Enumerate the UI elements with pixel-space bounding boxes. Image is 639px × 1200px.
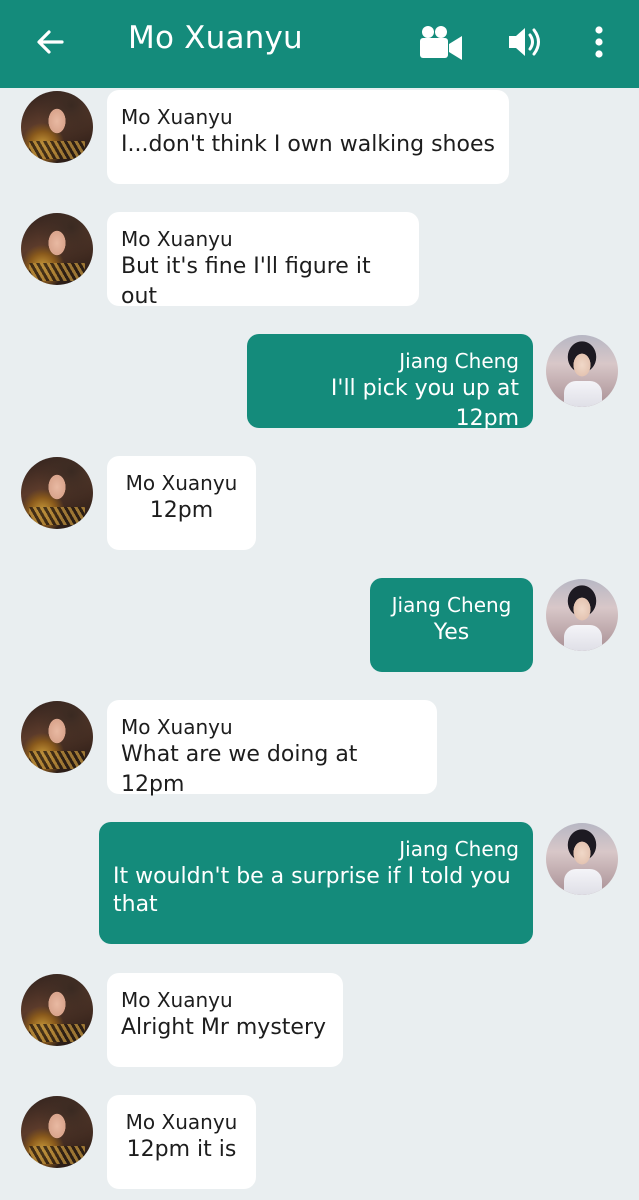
- avatar[interactable]: [21, 974, 93, 1046]
- message-text: 12pm it is: [126, 1137, 237, 1162]
- avatar[interactable]: [21, 1096, 93, 1168]
- message-bubble[interactable]: Mo Xuanyu Alright Mr mystery: [107, 973, 343, 1067]
- video-camera-icon: [420, 26, 462, 60]
- sender-name: Mo Xuanyu: [125, 1110, 238, 1134]
- message-bubble[interactable]: Jiang Cheng Yes: [370, 578, 533, 672]
- sender-name: Mo Xuanyu: [121, 105, 233, 129]
- message-bubble[interactable]: Mo Xuanyu 12pm: [107, 456, 256, 550]
- sender-name: Mo Xuanyu: [121, 715, 233, 739]
- chat-title: Mo Xuanyu: [128, 20, 303, 56]
- volume-button[interactable]: [503, 20, 547, 64]
- sender-name: Mo Xuanyu: [121, 988, 233, 1012]
- message-text: 12pm: [149, 498, 214, 523]
- avatar[interactable]: [21, 213, 93, 285]
- avatar[interactable]: [546, 823, 618, 895]
- message-text: that: [113, 892, 158, 917]
- sender-name: Jiang Cheng: [391, 593, 512, 617]
- app-header: Mo Xuanyu: [0, 0, 639, 88]
- sender-name: Mo Xuanyu: [121, 227, 233, 251]
- sender-name: Jiang Cheng: [399, 349, 519, 373]
- sender-name: Jiang Cheng: [399, 837, 519, 861]
- avatar[interactable]: [546, 579, 618, 651]
- avatar[interactable]: [546, 335, 618, 407]
- message-text: Alright Mr mystery: [121, 1015, 327, 1040]
- avatar[interactable]: [21, 457, 93, 529]
- speaker-icon: [509, 28, 540, 56]
- message-text: It wouldn't be a surprise if I told you: [113, 864, 511, 889]
- more-vertical-icon: [595, 26, 603, 58]
- message-bubble[interactable]: Mo Xuanyu 12pm it is: [107, 1095, 256, 1189]
- avatar[interactable]: [21, 91, 93, 163]
- message-bubble[interactable]: Mo Xuanyu But it's fine I'll figure it o…: [107, 212, 419, 309]
- more-options-button[interactable]: [584, 20, 614, 64]
- message-text: I...don't think I own walking shoes: [121, 132, 495, 157]
- message-list[interactable]: Mo Xuanyu I...don't think I own walking …: [0, 88, 639, 1200]
- message-text: Yes: [433, 620, 470, 645]
- message-bubble[interactable]: Mo Xuanyu I...don't think I own walking …: [107, 90, 509, 184]
- sender-name: Mo Xuanyu: [125, 471, 238, 495]
- message-bubble[interactable]: Jiang Cheng It wouldn't be a surprise if…: [99, 822, 533, 944]
- video-call-button[interactable]: [414, 20, 466, 64]
- message-text: What are we doing at 12pm: [121, 742, 358, 797]
- message-text: I'll pick you up at 12pm: [330, 376, 519, 431]
- avatar[interactable]: [21, 701, 93, 773]
- back-button[interactable]: [30, 22, 70, 62]
- message-bubble[interactable]: Mo Xuanyu What are we doing at 12pm: [107, 700, 437, 797]
- message-text: But it's fine I'll figure it out: [121, 254, 371, 309]
- arrow-left-icon: [37, 30, 64, 54]
- message-bubble[interactable]: Jiang Cheng I'll pick you up at 12pm: [247, 334, 533, 431]
